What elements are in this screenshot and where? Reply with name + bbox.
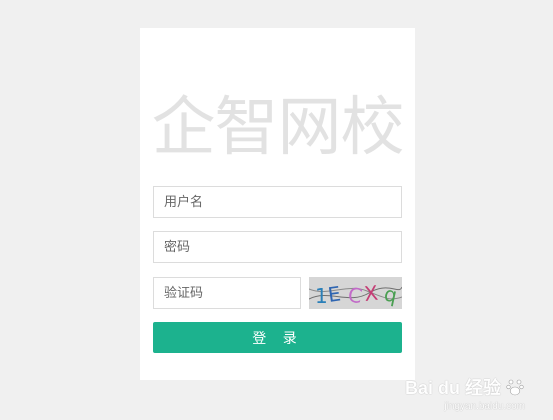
captcha-image[interactable]: 1 E C X q: [309, 277, 402, 309]
username-input[interactable]: [153, 186, 402, 218]
captcha-char-4: X: [363, 281, 379, 306]
baidu-jingyan-watermark: Bai du 经验 jingyan.baidu.com: [405, 374, 525, 412]
watermark-brand: Bai du 经验: [404, 378, 501, 398]
paw-icon: [505, 377, 525, 397]
watermark-main: Bai du 经验: [405, 374, 525, 400]
captcha-graphic: 1 E C X q: [309, 277, 402, 309]
login-button[interactable]: 登 录: [153, 322, 402, 353]
watermark-url: jingyan.baidu.com: [444, 401, 525, 412]
password-input[interactable]: [153, 231, 402, 263]
login-card: 企智网校 1 E C X q 登 录: [140, 28, 415, 380]
brand-title: 企智网校: [151, 91, 405, 165]
captcha-input[interactable]: [153, 277, 301, 309]
captcha-char-1: 1: [315, 284, 328, 308]
